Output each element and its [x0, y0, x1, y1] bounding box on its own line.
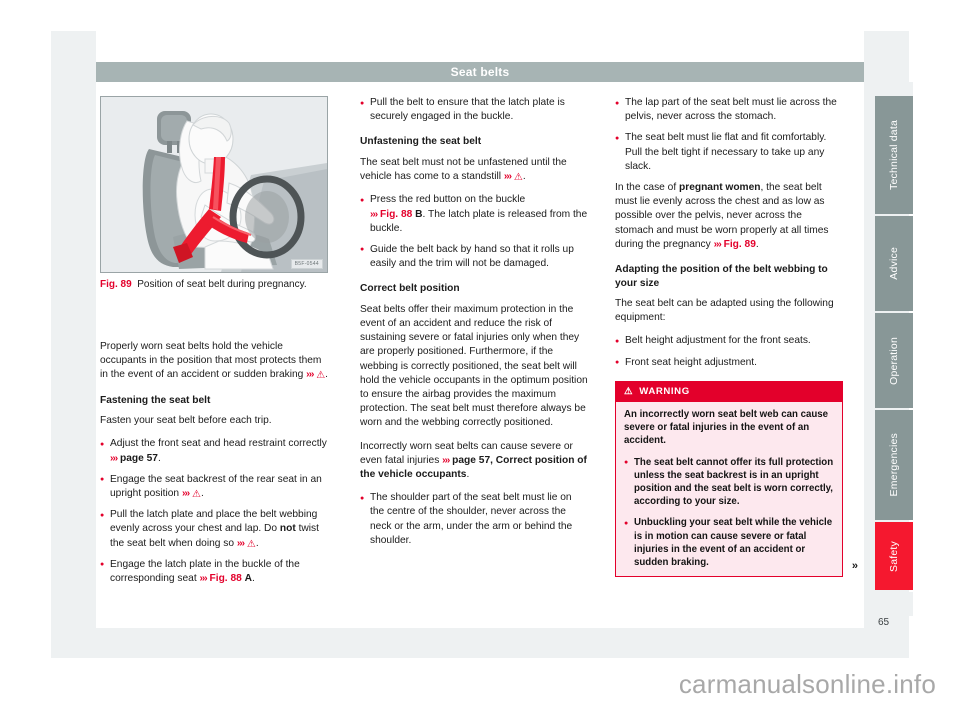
seat-belt-pregnancy-illustration: [101, 97, 327, 272]
paragraph-unfasten-intro: The seat belt must not be unfastened unt…: [360, 156, 567, 184]
tab-label: Safety: [888, 540, 900, 572]
list-item: The shoulder part of the seat belt must …: [360, 491, 588, 548]
reference-arrows: ›››: [370, 208, 378, 220]
reference-arrows: ›››: [503, 171, 512, 183]
heading-fastening-the-seat-belt: Fastening the seat belt: [100, 394, 211, 406]
sidebar-item-safety[interactable]: Safety: [875, 522, 913, 590]
warning-box: ⚠ WARNING An incorrectly worn seat belt …: [615, 380, 843, 578]
tab-label: Advice: [888, 247, 900, 280]
reference-arrows: ›››: [199, 572, 208, 584]
list-item: Press the red button on the buckle ››› F…: [360, 193, 588, 236]
paragraph-adapting-intro: The seat belt can be adapted using the f…: [615, 298, 834, 324]
list-item: Belt height adjustment for the front sea…: [615, 334, 843, 349]
warning-wrapper: ⚠ WARNING An incorrectly worn seat belt …: [615, 380, 858, 578]
reference-figure-item: B: [415, 208, 423, 220]
bullet-emphasis: not: [279, 523, 296, 535]
bullet-text: Adjust the front seat and head restraint…: [110, 438, 327, 450]
watermark-text: carmanualsonline.info: [678, 668, 936, 699]
list-item: Engage the seat backrest of the rear sea…: [100, 472, 328, 501]
warning-triangle-icon: ⚠: [246, 538, 256, 550]
reference-arrows: ›››: [442, 454, 450, 466]
page-number: 65: [878, 617, 890, 628]
tab-label: Emergencies: [888, 433, 900, 497]
bullet-text: Engage the seat backrest of the rear sea…: [110, 473, 322, 499]
site-watermark: carmanualsonline.info: [0, 660, 960, 708]
list-item: Guide the belt back by hand so that it r…: [360, 242, 588, 271]
sidebar-item-advice[interactable]: Advice: [875, 216, 913, 311]
reference-page[interactable]: page 57: [120, 453, 158, 464]
running-head-title: Seat belts: [450, 65, 510, 79]
heading-unfastening-the-seat-belt: Unfastening the seat belt: [360, 136, 482, 148]
reference-arrows: ›››: [181, 487, 190, 499]
heading-correct-belt-position: Correct belt position: [360, 283, 460, 295]
pregnant-emphasis: pregnant women: [679, 182, 761, 194]
reference-figure[interactable]: Fig. 88: [210, 573, 242, 584]
list-item: Adjust the front seat and head restraint…: [100, 437, 328, 465]
list-item: Engage the latch plate in the buckle of …: [100, 557, 328, 586]
figure-caption: Fig. 89 Position of seat belt during pre…: [100, 278, 328, 292]
reference-arrows: ›››: [236, 537, 245, 549]
side-tab-strip: Technical data Advice Operation Emergenc…: [875, 82, 913, 616]
paragraph-intro: Properly worn seat belts hold the vehicl…: [100, 341, 329, 382]
paragraph-fasten-intro: Fasten your seat belt before each trip.: [100, 415, 272, 427]
tab-label: Operation: [888, 336, 900, 385]
pregnant-text: In the case of: [615, 182, 679, 194]
warning-triangle-icon: ⚠: [316, 370, 326, 382]
list-item: Pull the belt to ensure that the latch p…: [360, 95, 588, 124]
tab-strip-cap-bottom: [875, 592, 913, 616]
warning-triangle-icon: ⚠: [624, 385, 634, 397]
list-item: Front seat height adjustment.: [615, 355, 843, 370]
paragraph-correct-position: Seat belts offer their maximum protectio…: [360, 303, 588, 429]
continuation-marker: »: [851, 560, 858, 573]
reference-arrows: ›››: [306, 369, 314, 381]
warning-title: WARNING: [639, 385, 690, 397]
intro-text: Properly worn seat belts hold the vehicl…: [100, 341, 322, 381]
reference-figure[interactable]: Fig. 88: [380, 209, 412, 220]
incorrect-text-cont: .: [466, 469, 470, 481]
warning-paragraph: An incorrectly worn seat belt web can ca…: [624, 409, 829, 447]
column-left: Properly worn seat belts hold the vehicl…: [100, 340, 328, 593]
sidebar-item-operation[interactable]: Operation: [875, 313, 913, 408]
paragraph-incorrectly-worn: Incorrectly worn seat belts can cause se…: [360, 440, 588, 483]
warning-triangle-icon: ⚠: [191, 488, 201, 500]
column-right: The lap part of the seat belt must lie a…: [615, 95, 858, 578]
tab-strip-cap-top: [875, 82, 913, 96]
pregnant-text-end: .: [755, 238, 759, 250]
list-item: The seat belt must lie flat and fit comf…: [615, 131, 843, 174]
reference-figure[interactable]: Fig. 89: [724, 239, 756, 250]
paragraph-pregnant-women: In the case of pregnant women, the seat …: [615, 181, 843, 252]
running-head: Seat belts: [96, 62, 864, 82]
unfasten-text: The seat belt must not be unfastened unt…: [360, 156, 567, 183]
figure-illustration: B5F-0544: [100, 96, 328, 273]
sidebar-item-emergencies[interactable]: Emergencies: [875, 410, 913, 520]
heading-adapting-belt-webbing: Adapting the position of the belt webbin…: [615, 264, 828, 289]
warning-header: ⚠ WARNING: [616, 381, 842, 403]
list-item: The lap part of the seat belt must lie a…: [615, 95, 843, 124]
list-item: Unbuckling your seat belt while the vehi…: [624, 516, 834, 569]
reference-figure-item: A: [244, 572, 253, 584]
list-item: Pull the latch plate and place the belt …: [100, 508, 328, 551]
reference-arrows: ›››: [713, 238, 722, 250]
warning-body: An incorrectly worn seat belt web can ca…: [616, 402, 842, 576]
figure-code: B5F-0544: [290, 259, 323, 269]
reference-arrows: ›››: [110, 452, 118, 464]
warning-triangle-icon: ⚠: [513, 172, 523, 184]
tab-label: Technical data: [888, 120, 900, 190]
sidebar-item-technical-data[interactable]: Technical data: [875, 96, 913, 214]
list-item: The seat belt cannot offer its full prot…: [624, 455, 834, 509]
column-middle: Pull the belt to ensure that the latch p…: [360, 95, 588, 555]
bullet-text: Press the red button on the buckle: [370, 194, 526, 206]
figure-number: Fig. 89: [100, 279, 132, 290]
figure-caption-text: Position of seat belt during pregnancy.: [137, 279, 307, 290]
